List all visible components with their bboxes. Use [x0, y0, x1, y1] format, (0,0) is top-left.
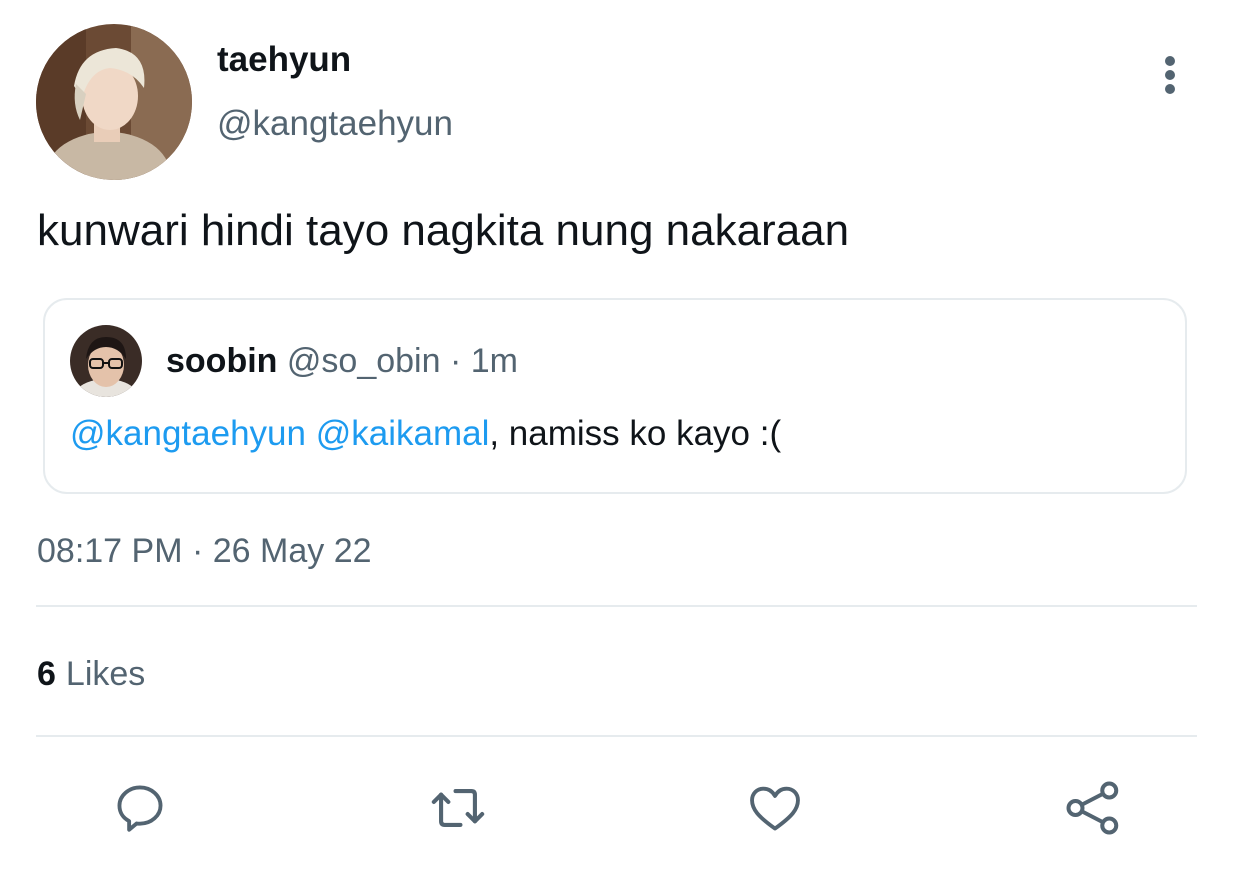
mention-link[interactable]: @kangtaehyun — [70, 414, 306, 453]
share-icon — [1066, 781, 1119, 835]
likes-count: 6 — [37, 655, 56, 693]
tweet-timestamp: 08:17 PM · 26 May 22 — [37, 532, 372, 571]
tweet-detail: taehyun @kangtaehyun kunwari hindi tayo … — [0, 0, 1234, 873]
quoted-time: 1m — [470, 342, 518, 380]
divider — [36, 735, 1197, 737]
tweet-date[interactable]: 26 May 22 — [213, 532, 372, 570]
quoted-display-name[interactable]: soobin — [166, 342, 277, 380]
tweet-time[interactable]: 08:17 PM — [37, 532, 183, 570]
author-display-name[interactable]: taehyun — [217, 40, 351, 80]
tweet-text: kunwari hindi tayo nagkita nung nakaraan — [37, 206, 850, 255]
quoted-text-body: , namiss ko kayo :( — [489, 414, 782, 453]
quoted-tweet[interactable]: soobin @so_obin · 1m @kangtaehyun @kaika… — [43, 298, 1187, 494]
quoted-handle[interactable]: @so_obin — [287, 342, 441, 380]
like-button[interactable] — [743, 776, 807, 840]
timestamp-separator: · — [191, 532, 204, 570]
reply-icon — [117, 785, 163, 832]
more-options-button[interactable] — [1150, 52, 1190, 98]
quoted-separator: · — [449, 342, 462, 380]
more-vertical-icon — [1165, 56, 1175, 94]
retweet-button[interactable] — [426, 776, 490, 840]
share-button[interactable] — [1061, 776, 1125, 840]
mention-link[interactable]: @kaikamal — [316, 414, 490, 453]
divider — [36, 605, 1197, 607]
reply-button[interactable] — [108, 776, 172, 840]
quoted-text: @kangtaehyun @kaikamal, namiss ko kayo :… — [70, 414, 781, 454]
quoted-author-avatar[interactable] — [70, 325, 142, 397]
likes-stat[interactable]: 6 Likes — [37, 655, 145, 694]
author-handle[interactable]: @kangtaehyun — [217, 104, 453, 144]
retweet-icon — [431, 789, 485, 827]
likes-label: Likes — [65, 655, 146, 693]
quoted-meta: soobin @so_obin · 1m — [166, 342, 518, 381]
heart-icon — [750, 786, 800, 831]
author-avatar[interactable] — [36, 24, 192, 180]
